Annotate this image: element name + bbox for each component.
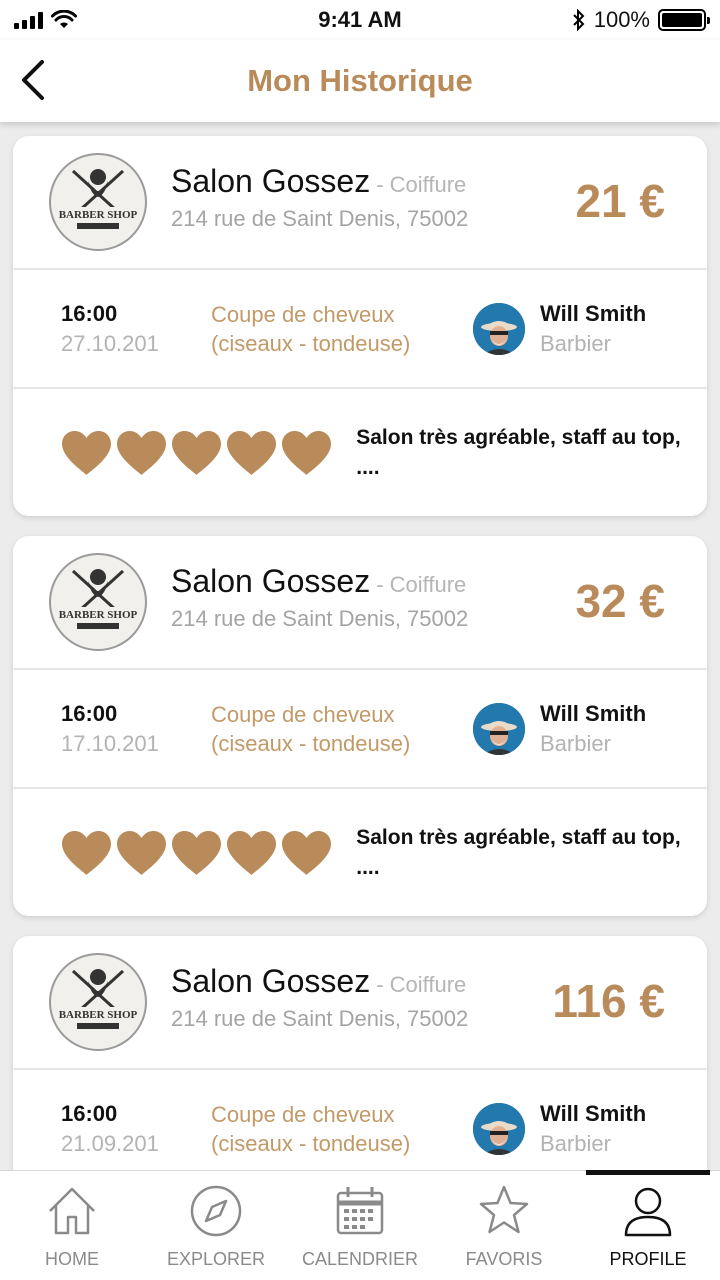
price: 32 € (575, 575, 665, 627)
price: 21 € (575, 175, 665, 227)
bluetooth-icon (573, 9, 585, 31)
salon-address: 214 rue de Saint Denis, 75002 (171, 1005, 469, 1031)
barber-role: Barbier (540, 1130, 611, 1156)
barber-name: Will Smith (540, 1100, 647, 1126)
appointment-date: 17.10.201 (61, 730, 159, 756)
heart-icon (172, 430, 221, 475)
tab-label: HOME (45, 1249, 99, 1269)
star-icon (479, 1185, 529, 1234)
review-text: Salon très agréable, staff au top, .... (356, 825, 681, 879)
signal-icon (14, 11, 43, 29)
history-card[interactable]: BARBER SHOP Salon Gossez - Coiffure 214 … (13, 136, 707, 516)
profile-icon (624, 1187, 672, 1237)
status-bar: 9:41 AM 100% (0, 0, 720, 40)
barber-role: Barbier (540, 730, 611, 756)
card-header: BARBER SHOP Salon Gossez - Coiffure 214 … (13, 936, 707, 1070)
calendar-icon (336, 1187, 384, 1235)
tab-label: FAVORIS (465, 1249, 543, 1269)
heart-icon (172, 830, 221, 875)
salon-category: - Coiffure (376, 171, 467, 197)
price: 116 € (552, 975, 665, 1027)
appointment-details: 16:00 17.10.201 Coupe de cheveux (ciseau… (13, 670, 707, 789)
compass-icon (190, 1185, 242, 1237)
salon-name: Salon Gossez (171, 962, 371, 999)
history-card[interactable]: BARBER SHOP Salon Gossez - Coiffure 214 … (13, 536, 707, 916)
heart-icon (117, 430, 166, 475)
heart-icon (117, 830, 166, 875)
svg-text:BARBER SHOP: BARBER SHOP (59, 1009, 138, 1021)
heart-icon (282, 830, 331, 875)
back-arrow-icon[interactable] (18, 58, 48, 102)
barber-avatar (473, 1102, 525, 1155)
barber-role: Barbier (540, 330, 611, 356)
tab-favoris[interactable]: FAVORIS (432, 1171, 576, 1280)
service-name: Coupe de cheveux (ciseaux - tondeuse) (211, 701, 411, 756)
header: Mon Historique (0, 40, 720, 122)
page-title: Mon Historique (247, 63, 473, 98)
salon-address: 214 rue de Saint Denis, 75002 (171, 205, 469, 231)
barber-name: Will Smith (540, 700, 647, 726)
heart-icon (62, 430, 111, 475)
review-section: Salon très agréable, staff au top, .... (13, 389, 707, 516)
tab-home[interactable]: HOME (0, 1171, 144, 1280)
salon-category: - Coiffure (376, 571, 467, 597)
heart-icon (227, 430, 276, 475)
appointment-date: 21.09.201 (61, 1130, 159, 1156)
rating-hearts (61, 830, 356, 876)
heart-icon (62, 830, 111, 875)
salon-address: 214 rue de Saint Denis, 75002 (171, 605, 469, 631)
wifi-icon (51, 10, 77, 28)
barber-name: Will Smith (540, 300, 647, 326)
appointment-date: 27.10.201 (61, 330, 159, 356)
appointment-time: 16:00 (61, 1100, 118, 1126)
appointment-details: 16:00 27.10.201 Coupe de cheveux (ciseau… (13, 270, 707, 389)
appointment-time: 16:00 (61, 700, 118, 726)
tab-profile[interactable]: PROFILE (576, 1170, 720, 1280)
card-header: BARBER SHOP Salon Gossez - Coiffure 214 … (13, 536, 707, 670)
barber-avatar (473, 302, 525, 355)
tab-label: PROFILE (609, 1249, 687, 1269)
review-section: Salon très agréable, staff au top, .... (13, 789, 707, 916)
battery-icon (658, 9, 710, 31)
service-name: Coupe de cheveux (ciseaux - tondeuse) (211, 301, 411, 356)
salon-name: Salon Gossez (171, 162, 371, 199)
appointment-details: 16:00 21.09.201 Coupe de cheveux (ciseau… (13, 1070, 707, 1170)
service-name: Coupe de cheveux (ciseaux - tondeuse) (211, 1101, 411, 1156)
card-header: BARBER SHOP Salon Gossez - Coiffure 214 … (13, 136, 707, 270)
tab-label: EXPLORER (166, 1249, 266, 1269)
history-card[interactable]: BARBER SHOP Salon Gossez - Coiffure 214 … (13, 936, 707, 1170)
heart-icon (282, 430, 331, 475)
heart-icon (227, 830, 276, 875)
barber-shop-logo: BARBER SHOP (49, 953, 147, 1051)
status-time: 9:41 AM (318, 7, 402, 32)
svg-text:BARBER SHOP: BARBER SHOP (59, 609, 138, 621)
tab-bar: HOME EXPLORER CALENDRIER FAVORIS PROFILE (0, 1170, 720, 1280)
appointment-time: 16:00 (61, 300, 118, 326)
salon-name: Salon Gossez (171, 562, 371, 599)
svg-text:BARBER SHOP: BARBER SHOP (59, 209, 138, 221)
history-list[interactable]: BARBER SHOP Salon Gossez - Coiffure 214 … (0, 122, 720, 1170)
barber-shop-logo: BARBER SHOP (49, 153, 147, 251)
tab-calendrier[interactable]: CALENDRIER (288, 1171, 432, 1280)
tab-label: CALENDRIER (301, 1249, 419, 1269)
tab-explorer[interactable]: EXPLORER (144, 1171, 288, 1280)
salon-category: - Coiffure (376, 971, 467, 997)
barber-avatar (473, 702, 525, 755)
barber-shop-logo: BARBER SHOP (49, 553, 147, 651)
review-text: Salon très agréable, staff au top, .... (356, 425, 681, 479)
battery-percent: 100% (593, 7, 650, 32)
home-icon (49, 1187, 95, 1235)
rating-hearts (61, 430, 356, 476)
